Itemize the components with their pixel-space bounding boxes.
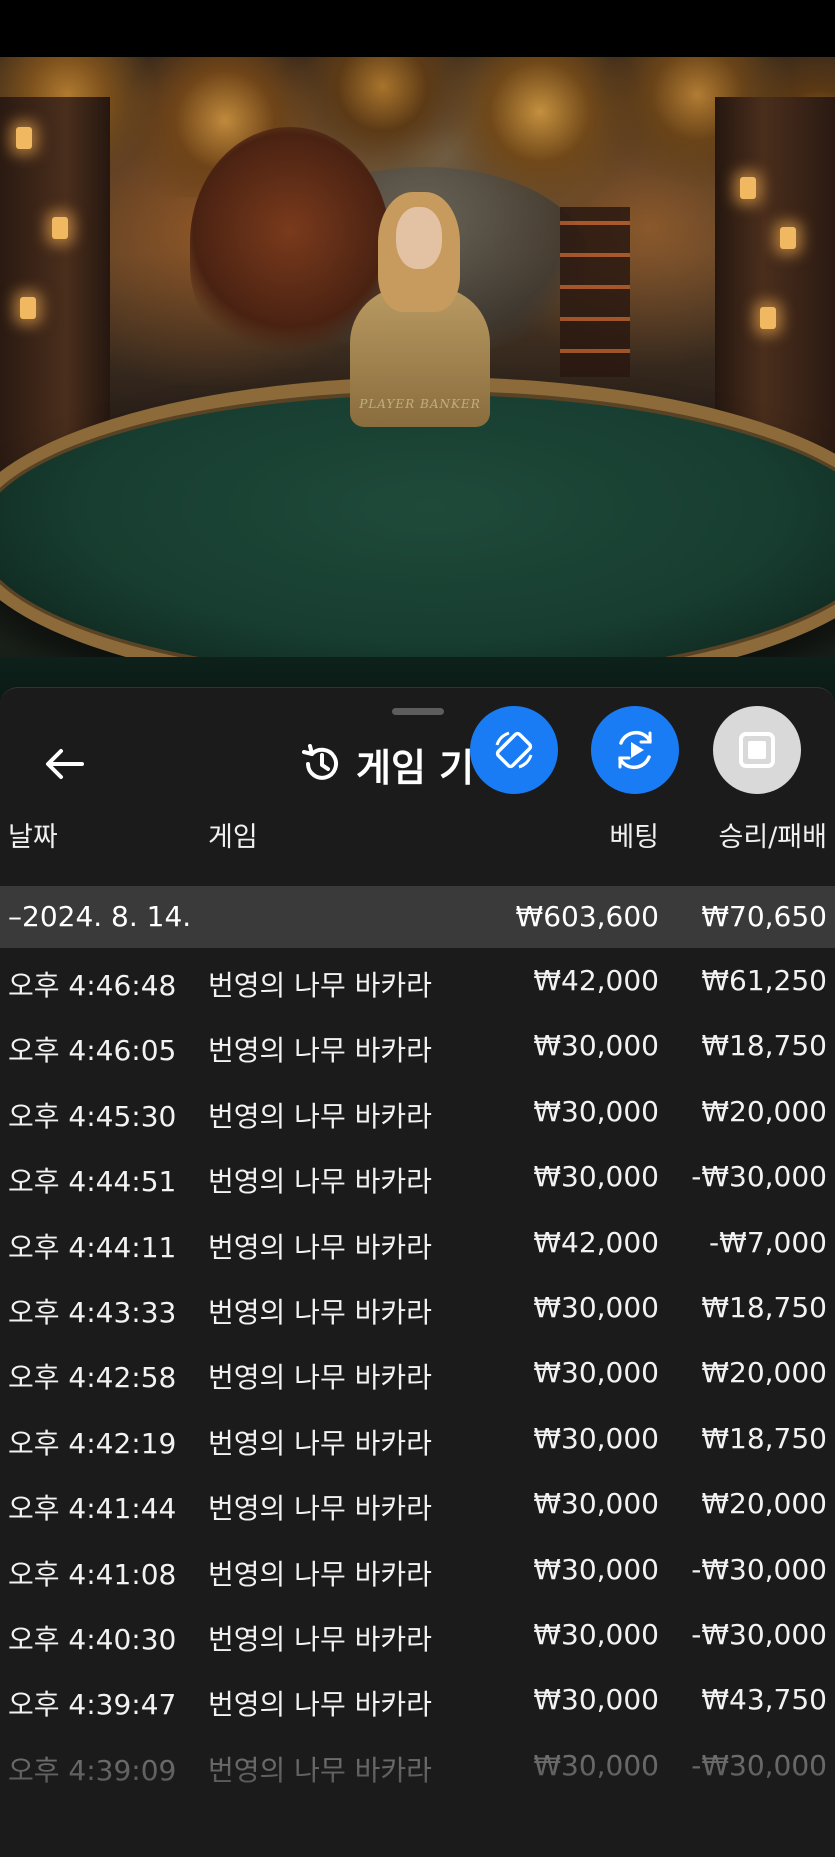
row-time: 오후 4:44:51 bbox=[8, 1165, 177, 1199]
row-result: ₩20,000 bbox=[701, 1356, 827, 1390]
dealer-face bbox=[396, 207, 442, 269]
row-bet: ₩30,000 bbox=[533, 1290, 659, 1324]
table-row[interactable]: 오후 4:39:47 번영의 나무 바카라 ₩30,000 ₩43,750 bbox=[0, 1667, 835, 1732]
row-result: ₩20,000 bbox=[701, 1487, 827, 1521]
row-game: 번영의 나무 바카라 bbox=[208, 1557, 432, 1591]
table-row[interactable]: 오후 4:44:51 번영의 나무 바카라 ₩30,000 -₩30,000 bbox=[0, 1144, 835, 1209]
pagoda bbox=[560, 207, 630, 377]
drag-handle[interactable] bbox=[392, 708, 444, 715]
table-row[interactable]: 오후 4:40:30 번영의 나무 바카라 ₩30,000 -₩30,000 bbox=[0, 1602, 835, 1667]
row-game: 번영의 나무 바카라 bbox=[208, 1426, 432, 1460]
replay-play-icon bbox=[618, 730, 652, 770]
row-result: -₩30,000 bbox=[691, 1552, 827, 1586]
row-game: 번영의 나무 바카라 bbox=[208, 1165, 432, 1199]
row-bet: ₩42,000 bbox=[533, 1225, 659, 1259]
lantern-icon bbox=[760, 307, 776, 329]
back-button[interactable] bbox=[36, 736, 92, 792]
row-time: 오후 4:46:48 bbox=[8, 969, 177, 1002]
table-row[interactable]: 오후 4:39:09 번영의 나무 바카라 ₩30,000 -₩30,000 bbox=[0, 1733, 835, 1798]
row-bet: ₩30,000 bbox=[533, 1094, 659, 1128]
row-time: 오후 4:39:47 bbox=[8, 1688, 177, 1722]
row-time: 오후 4:43:33 bbox=[8, 1295, 177, 1329]
sheet-header: 게임 기 bbox=[300, 732, 474, 796]
row-time: 오후 4:44:11 bbox=[8, 1230, 177, 1264]
row-time: 오후 4:46:05 bbox=[8, 1034, 177, 1068]
header-bet: 베팅 bbox=[609, 822, 659, 853]
row-game: 번영의 나무 바카라 bbox=[208, 1753, 432, 1787]
row-game: 번영의 나무 바카라 bbox=[208, 1361, 432, 1395]
header-game: 게임 bbox=[208, 822, 258, 853]
row-time: 오후 4:41:44 bbox=[8, 1492, 177, 1526]
row-bet: ₩30,000 bbox=[533, 1552, 659, 1586]
rotate-screen-button[interactable] bbox=[470, 706, 558, 794]
row-result: ₩43,750 bbox=[701, 1683, 827, 1717]
row-result: ₩18,750 bbox=[701, 1421, 827, 1455]
lantern-icon bbox=[780, 227, 796, 249]
stop-square-icon bbox=[739, 732, 775, 768]
table-header: 날짜 게임 베팅 승리/패배 bbox=[0, 815, 835, 873]
table-row[interactable]: 오후 4:46:05 번영의 나무 바카라 ₩30,000 ₩18,750 bbox=[0, 1013, 835, 1078]
arrow-left-icon bbox=[46, 749, 84, 779]
row-time: 오후 4:40:30 bbox=[8, 1622, 177, 1656]
row-game: 번영의 나무 바카라 bbox=[208, 1622, 432, 1656]
row-bet: ₩30,000 bbox=[533, 1683, 659, 1717]
table-label: PLAYER BANKER bbox=[359, 397, 481, 411]
row-result: -₩30,000 bbox=[691, 1160, 827, 1194]
row-game: 번영의 나무 바카라 bbox=[208, 1688, 432, 1722]
table-row[interactable]: 오후 4:43:33 번영의 나무 바카라 ₩30,000 ₩18,750 bbox=[0, 1275, 835, 1340]
row-time: 오후 4:42:19 bbox=[8, 1426, 177, 1460]
replay-button[interactable] bbox=[591, 706, 679, 794]
row-time: 오후 4:39:09 bbox=[8, 1753, 177, 1787]
row-result: ₩61,250 bbox=[701, 964, 827, 997]
rotate-screen-icon bbox=[495, 731, 533, 769]
row-game: 번영의 나무 바카라 bbox=[208, 1295, 432, 1329]
row-bet: ₩30,000 bbox=[533, 1617, 659, 1651]
row-bet: ₩30,000 bbox=[533, 1748, 659, 1782]
table-row[interactable]: 오후 4:44:11 번영의 나무 바카라 ₩42,000 -₩7,000 bbox=[0, 1210, 835, 1275]
table-row[interactable]: 오후 4:46:48 번영의 나무 바카라 ₩42,000 ₩61,250 bbox=[0, 948, 835, 1013]
stop-button[interactable] bbox=[713, 706, 801, 794]
row-bet: ₩30,000 bbox=[533, 1160, 659, 1194]
lantern-icon bbox=[52, 217, 68, 239]
row-result: -₩30,000 bbox=[691, 1748, 827, 1782]
group-bet-total: ₩603,600 bbox=[515, 900, 659, 933]
row-game: 번영의 나무 바카라 bbox=[208, 969, 432, 1002]
row-bet: ₩42,000 bbox=[533, 964, 659, 997]
date-group-row[interactable]: –2024. 8. 14. ₩603,600 ₩70,650 bbox=[0, 886, 835, 948]
group-date: –2024. 8. 14. bbox=[8, 900, 192, 933]
history-list: 오후 4:46:48 번영의 나무 바카라 ₩42,000 ₩61,250 오후… bbox=[0, 948, 835, 1798]
table-row[interactable]: 오후 4:42:58 번영의 나무 바카라 ₩30,000 ₩20,000 bbox=[0, 1340, 835, 1405]
row-game: 번영의 나무 바카라 bbox=[208, 1492, 432, 1526]
table-row[interactable]: 오후 4:41:44 번영의 나무 바카라 ₩30,000 ₩20,000 bbox=[0, 1471, 835, 1536]
row-game: 번영의 나무 바카라 bbox=[208, 1034, 432, 1068]
row-result: -₩7,000 bbox=[709, 1225, 827, 1259]
row-bet: ₩30,000 bbox=[533, 1487, 659, 1521]
table-row[interactable]: 오후 4:45:30 번영의 나무 바카라 ₩30,000 ₩20,000 bbox=[0, 1079, 835, 1144]
row-result: ₩18,750 bbox=[701, 1290, 827, 1324]
row-time: 오후 4:45:30 bbox=[8, 1099, 177, 1133]
page-title: 게임 기 bbox=[356, 745, 475, 790]
header-result: 승리/패배 bbox=[718, 822, 827, 853]
row-game: 번영의 나무 바카라 bbox=[208, 1230, 432, 1264]
row-result: ₩20,000 bbox=[701, 1094, 827, 1128]
row-time: 오후 4:41:08 bbox=[8, 1557, 177, 1591]
row-result: -₩30,000 bbox=[691, 1617, 827, 1651]
row-bet: ₩30,000 bbox=[533, 1029, 659, 1063]
row-bet: ₩30,000 bbox=[533, 1421, 659, 1455]
table-row[interactable]: 오후 4:41:08 번영의 나무 바카라 ₩30,000 -₩30,000 bbox=[0, 1537, 835, 1602]
lantern-icon bbox=[16, 127, 32, 149]
lantern-icon bbox=[740, 177, 756, 199]
game-history-sheet: 게임 기 날짜 게임 베팅 승리/패배 –2024. 8. 14. ₩603,6… bbox=[0, 687, 835, 1857]
row-time: 오후 4:42:58 bbox=[8, 1361, 177, 1395]
history-clock-icon bbox=[300, 742, 344, 786]
status-bar bbox=[0, 0, 835, 57]
lantern-icon bbox=[20, 297, 36, 319]
group-result-total: ₩70,650 bbox=[701, 900, 827, 933]
header-date: 날짜 bbox=[8, 822, 58, 853]
live-video-stream[interactable]: PLAYER BANKER bbox=[0, 57, 835, 712]
table-row[interactable]: 오후 4:42:19 번영의 나무 바카라 ₩30,000 ₩18,750 bbox=[0, 1406, 835, 1471]
row-game: 번영의 나무 바카라 bbox=[208, 1099, 432, 1133]
row-result: ₩18,750 bbox=[701, 1029, 827, 1063]
row-bet: ₩30,000 bbox=[533, 1356, 659, 1390]
